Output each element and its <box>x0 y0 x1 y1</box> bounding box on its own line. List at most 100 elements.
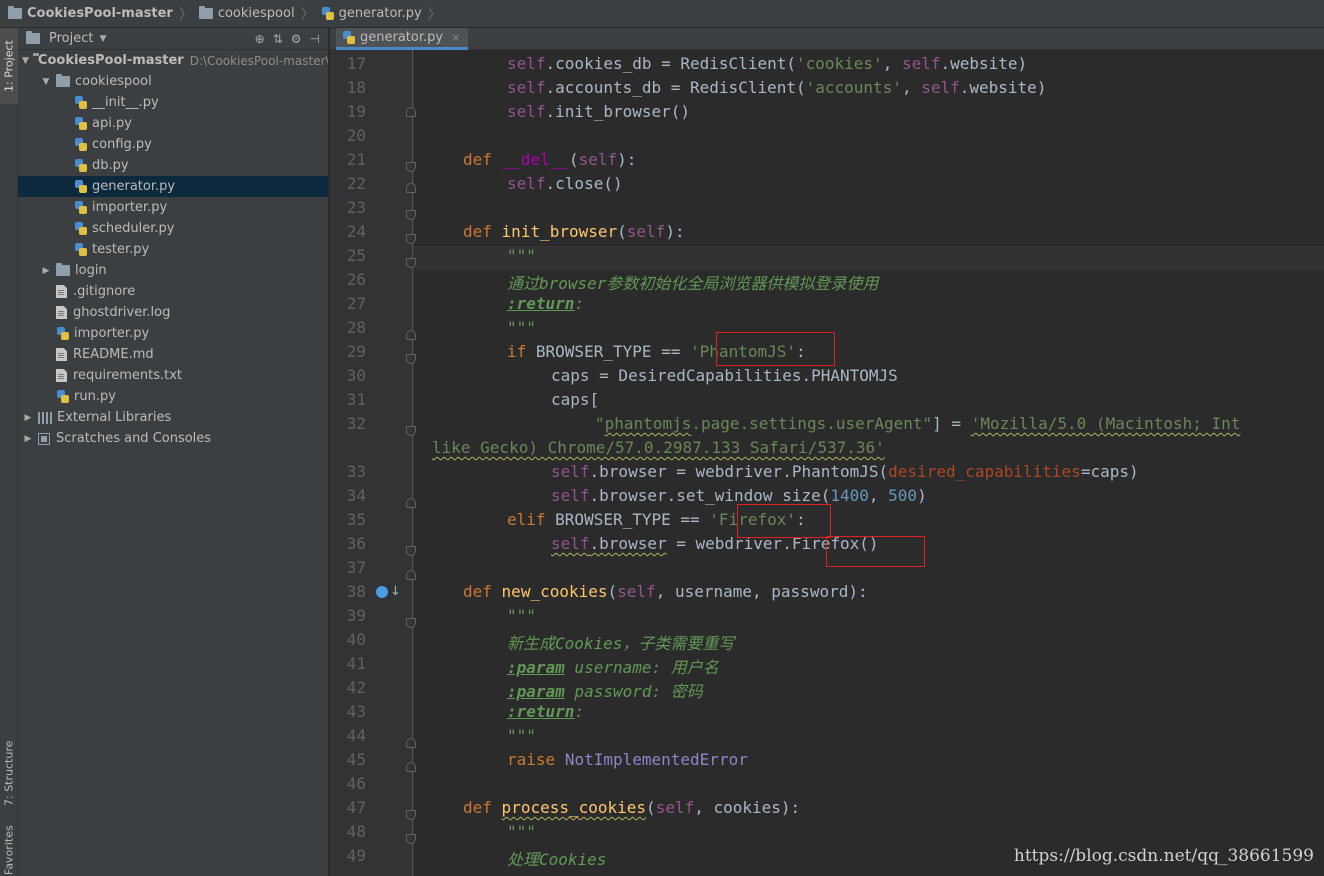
line-number: 45 <box>346 750 366 769</box>
tree-item[interactable]: .gitignore <box>18 281 328 302</box>
fold-marker-icon[interactable] <box>406 546 416 556</box>
chevron-right-icon: 〉 <box>427 6 442 23</box>
fold-marker-icon[interactable] <box>406 258 416 268</box>
project-panel: Project ▼ ⊕ ⇅ ⚙ ⊣ ▼ CookiesPool-master D:\… <box>18 28 329 876</box>
tree-item-label: External Libraries <box>57 410 172 425</box>
python-file-icon <box>74 159 87 172</box>
gear-icon[interactable]: ⚙ <box>291 32 302 46</box>
chevron-down-icon[interactable]: ▼ <box>40 77 52 87</box>
tree-item[interactable]: tester.py <box>18 239 328 260</box>
fold-marker-icon[interactable] <box>406 210 416 220</box>
fold-marker-icon[interactable] <box>406 834 416 844</box>
fold-marker-icon[interactable] <box>406 498 416 508</box>
tree-item[interactable]: ▶ External Libraries <box>18 407 328 428</box>
chevron-down-icon[interactable]: ▼ <box>99 34 106 44</box>
arrow-down-icon[interactable]: ↓ <box>390 584 401 599</box>
fold-marker-icon[interactable] <box>406 762 416 772</box>
code-line-34: self.browser.set_window_size(1400, 500) <box>551 486 927 505</box>
line-number: 19 <box>346 102 366 121</box>
line-number: 26 <box>346 270 366 289</box>
tab-structure-tool[interactable]: 7: Structure <box>0 728 18 818</box>
fold-marker-icon[interactable] <box>406 162 416 172</box>
library-icon <box>38 411 52 424</box>
tree-item[interactable]: db.py <box>18 155 328 176</box>
fold-marker-icon[interactable] <box>406 618 416 628</box>
breadcrumb-file[interactable]: generator.py <box>317 3 426 25</box>
fold-marker-icon[interactable] <box>406 570 416 580</box>
code-line-42: :param password: 密码 <box>507 682 703 701</box>
structure-tool-label: 7: Structure <box>2 740 16 806</box>
fold-marker-icon[interactable] <box>406 738 416 748</box>
fold-marker-icon[interactable] <box>406 330 416 340</box>
chevron-right-icon[interactable]: ▶ <box>22 413 34 423</box>
fold-marker-icon[interactable] <box>406 107 416 117</box>
breadcrumb-folder-label: cookiespool <box>217 6 295 21</box>
tree-item[interactable]: run.py <box>18 386 328 407</box>
tree-item[interactable]: importer.py <box>18 197 328 218</box>
fold-marker-icon[interactable] <box>406 810 416 820</box>
tree-root-item[interactable]: ▼ CookiesPool-master D:\CookiesPool-master… <box>18 50 328 71</box>
line-number: 28 <box>346 318 366 337</box>
tab-generator-py[interactable]: generator.py × <box>336 28 469 50</box>
fold-marker-icon[interactable] <box>406 426 416 436</box>
chevron-right-icon[interactable]: ▶ <box>40 266 52 276</box>
code-line-21: def __del__(self): <box>463 150 637 169</box>
tab-favorites-tool[interactable]: Favorites <box>0 824 18 876</box>
fold-marker-icon[interactable] <box>406 234 416 244</box>
text-file-icon <box>56 285 67 298</box>
tree-item-label: tester.py <box>92 242 150 257</box>
hide-panel-icon[interactable]: ⊣ <box>310 32 320 46</box>
tree-item[interactable]: __init__.py <box>18 92 328 113</box>
python-file-icon <box>74 180 87 193</box>
highlight-box-firefox-call <box>826 536 925 567</box>
fold-marker-icon[interactable] <box>406 354 416 364</box>
navigation-bar: CookiesPool-master 〉 cookiespool 〉 gener… <box>0 0 1324 28</box>
fold-marker-icon[interactable] <box>406 183 416 193</box>
tree-item-label: README.md <box>73 347 154 362</box>
close-icon[interactable]: × <box>451 31 460 44</box>
tree-item[interactable]: ▼ cookiespool <box>18 71 328 92</box>
line-number: 39 <box>346 606 366 625</box>
breadcrumb-root[interactable]: CookiesPool-master <box>4 3 177 25</box>
tree-item-label: Scratches and Consoles <box>56 431 212 446</box>
line-number: 25 <box>346 246 366 265</box>
highlight-box-firefox <box>737 504 831 538</box>
tree-item-label: generator.py <box>92 179 176 194</box>
project-view-selector[interactable]: Project <box>49 31 93 46</box>
tree-item[interactable]: config.py <box>18 134 328 155</box>
tree-item[interactable]: ▶ Scratches and Consoles <box>18 428 328 449</box>
tree-item[interactable]: requirements.txt <box>18 365 328 386</box>
chevron-right-icon: 〉 <box>178 6 193 23</box>
chevron-down-icon[interactable]: ▼ <box>22 56 29 66</box>
tree-item[interactable]: scheduler.py <box>18 218 328 239</box>
project-tool-label: 1: Project <box>2 40 16 92</box>
code-editor[interactable]: 17 18 19 20 21 22 23 24 25 26 27 28 29 30 31 32 33 34 35 36… <box>330 50 1324 876</box>
tree-item[interactable]: api.py <box>18 113 328 134</box>
code-line-25: """ <box>507 246 536 265</box>
tree-item[interactable]: generator.py <box>18 176 328 197</box>
line-number: 24 <box>346 222 366 241</box>
gutter-divider <box>412 50 413 876</box>
tree-item[interactable]: ghostdriver.log <box>18 302 328 323</box>
chevron-right-icon[interactable]: ▶ <box>22 434 34 444</box>
tab-project-tool[interactable]: 1: Project <box>0 28 18 104</box>
project-panel-header: Project ▼ ⊕ ⇅ ⚙ ⊣ <box>18 28 328 50</box>
tree-item-label: config.py <box>92 137 152 152</box>
locate-icon[interactable]: ⊕ <box>255 32 265 46</box>
line-number: 42 <box>346 678 366 697</box>
breadcrumb-file-label: generator.py <box>338 6 422 21</box>
tree-item-label: run.py <box>74 389 116 404</box>
override-indicator-icon[interactable] <box>376 586 388 598</box>
tree-item[interactable]: ▶ login <box>18 260 328 281</box>
code-line-45: raise NotImplementedError <box>507 750 748 769</box>
breadcrumb-folder[interactable]: cookiespool <box>195 3 299 25</box>
tree-item[interactable]: README.md <box>18 344 328 365</box>
line-number: 18 <box>346 78 366 97</box>
collapse-all-icon[interactable]: ⇅ <box>273 32 283 46</box>
scratch-icon <box>38 432 50 445</box>
folder-icon <box>56 263 70 276</box>
line-number: 46 <box>346 774 366 793</box>
python-file-icon <box>342 31 355 44</box>
line-number: 44 <box>346 726 366 745</box>
tree-item[interactable]: importer.py <box>18 323 328 344</box>
